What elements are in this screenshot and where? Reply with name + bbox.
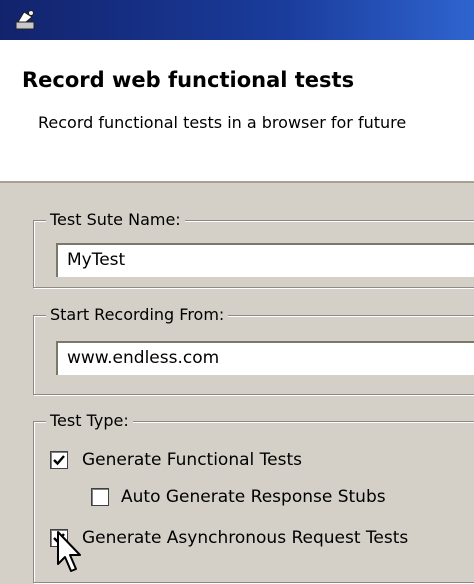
page-description: Record functional tests in a browser for…: [38, 113, 407, 132]
test-suite-name-input[interactable]: MyTest: [56, 243, 474, 277]
window-titlebar[interactable]: [0, 0, 474, 40]
generate-functional-tests-checkbox[interactable]: [50, 451, 68, 469]
auto-generate-stubs-label[interactable]: Auto Generate Response Stubs: [121, 487, 386, 507]
wizard-body: Test Sute Name: MyTest Start Recording F…: [0, 183, 474, 584]
page-title: Record web functional tests: [22, 68, 355, 92]
start-url-input[interactable]: www.endless.com: [56, 341, 474, 375]
start-recording-group: Start Recording From: www.endless.com: [33, 305, 474, 395]
checkmark-icon: [53, 455, 65, 466]
test-type-group: Test Type: Generate Functional Tests Aut…: [33, 411, 474, 583]
wizard-header: Record web functional tests Record funct…: [0, 40, 474, 183]
test-suite-label: Test Sute Name:: [46, 210, 185, 229]
test-type-label: Test Type:: [46, 411, 133, 430]
arrow-cursor-icon: [57, 531, 81, 572]
generate-functional-tests-label[interactable]: Generate Functional Tests: [82, 450, 302, 470]
generate-async-tests-label[interactable]: Generate Asynchronous Request Tests: [82, 528, 408, 548]
auto-generate-stubs-checkbox[interactable]: [91, 488, 109, 506]
wizard-icon: [15, 10, 35, 30]
test-suite-group: Test Sute Name: MyTest: [33, 210, 474, 288]
start-recording-label: Start Recording From:: [46, 305, 229, 324]
